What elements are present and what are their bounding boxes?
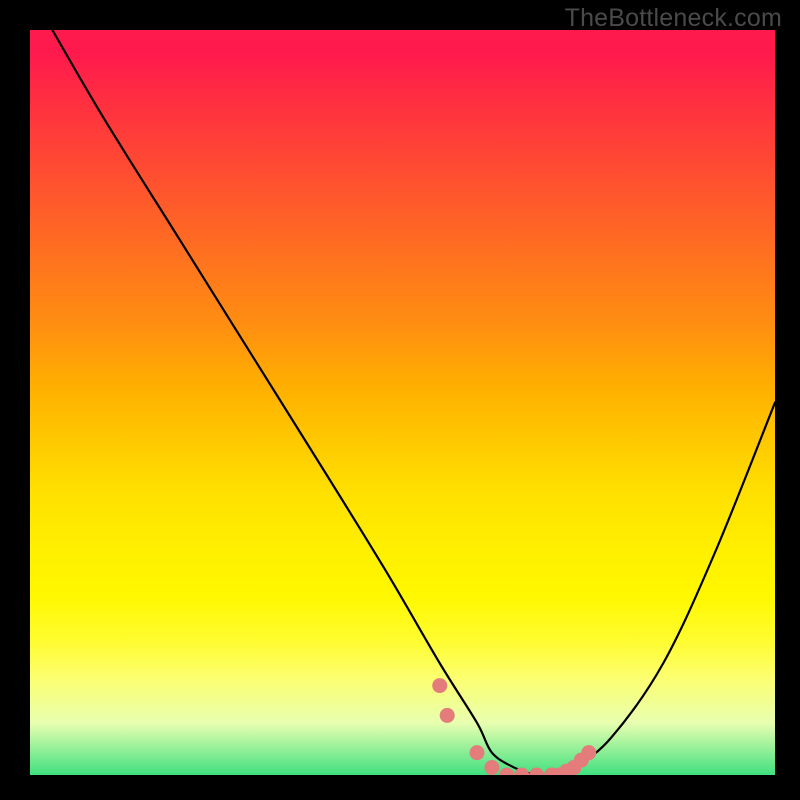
bottleneck-curve	[52, 30, 775, 775]
highlight-dot	[499, 768, 514, 776]
highlight-dot	[484, 760, 499, 775]
highlight-dot	[432, 678, 447, 693]
plot-area	[30, 30, 775, 775]
chart-container: TheBottleneck.com	[0, 0, 800, 800]
watermark-text: TheBottleneck.com	[565, 4, 782, 33]
highlight-dot	[470, 745, 485, 760]
highlight-dot	[440, 708, 455, 723]
highlight-dot	[529, 768, 544, 776]
chart-svg	[30, 30, 775, 775]
highlight-dot	[581, 745, 596, 760]
